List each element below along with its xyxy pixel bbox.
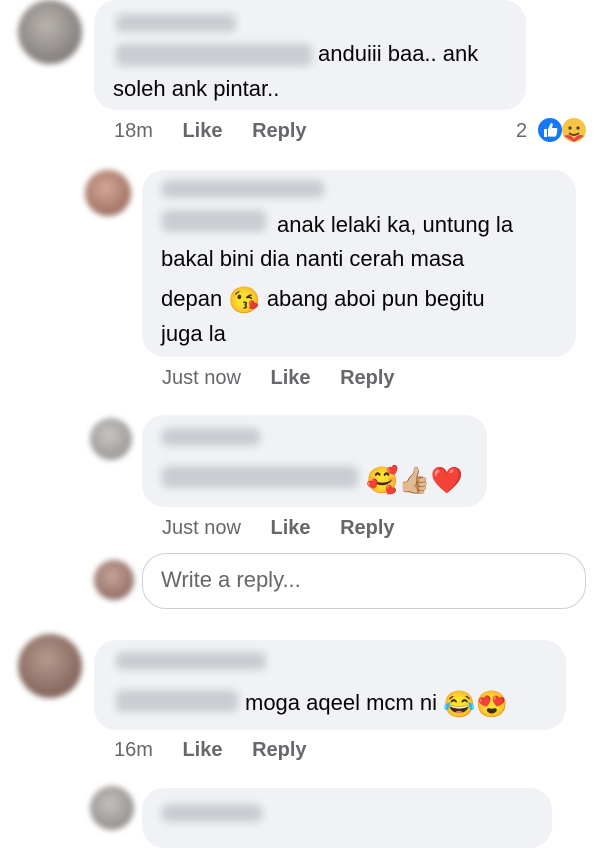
redacted-name [116,652,266,670]
reply-button[interactable]: Reply [252,739,306,761]
comment-time: 16m [114,739,153,761]
like-button[interactable]: Like [182,739,222,761]
reply-button[interactable]: Reply [252,120,306,142]
comment-actions: Just now Like Reply [162,517,395,540]
redacted-name [116,14,236,32]
comment-text: bakal bini dia nanti cerah masa [161,246,465,271]
avatar[interactable] [90,418,132,460]
avatar[interactable] [90,786,134,830]
reaction-count: 2 [516,120,528,142]
comment-text-part: abang aboi pun begitu [266,286,485,311]
comment-text: anduiii baa.. ank [318,41,479,66]
comment-actions: 18m Like Reply [114,120,307,143]
emoji-group: 😂😍 [443,689,508,719]
comment-time: 18m [114,120,153,142]
comment-text-part: depan [161,286,223,311]
comment-text: depan 😘 abang aboi pun begitu [161,280,485,318]
comment-text-part: moga aqeel mcm ni [245,690,437,715]
comment-text: juga la [161,321,226,346]
comment-text: anak lelaki ka, untung la [277,212,514,237]
reply-button[interactable]: Reply [340,367,394,389]
reply-button[interactable]: Reply [340,517,394,539]
comment-time: Just now [162,367,241,389]
like-button[interactable]: Like [271,517,311,539]
comment-actions: Just now Like Reply [162,367,395,390]
avatar [94,560,134,600]
redacted-mention [162,210,266,232]
kiss-emoji: 😘 [228,285,261,315]
comment-text: moga aqeel mcm ni 😂😍 [245,684,508,722]
redacted-mention [116,690,238,712]
avatar[interactable] [85,170,131,216]
comment-actions: 16m Like Reply [114,739,307,762]
avatar[interactable] [18,634,82,698]
redacted-name [162,804,262,822]
redacted-name [162,428,260,446]
emoji-group: 🥰👍🏼❤️ [366,465,464,495]
emoji-reply: 🥰👍🏼❤️ [366,460,463,498]
reply-input[interactable]: Write a reply... [142,553,586,609]
redacted-mention [162,466,358,488]
redacted-name [162,180,324,198]
avatar[interactable] [18,0,82,64]
reaction-summary[interactable]: 2 [516,120,527,143]
care-icon [562,118,586,142]
comment-text: soleh ank pintar.. [113,76,280,101]
like-button[interactable]: Like [271,367,311,389]
like-button[interactable]: Like [182,120,222,142]
comment-time: Just now [162,517,241,539]
redacted-mention [116,44,312,66]
